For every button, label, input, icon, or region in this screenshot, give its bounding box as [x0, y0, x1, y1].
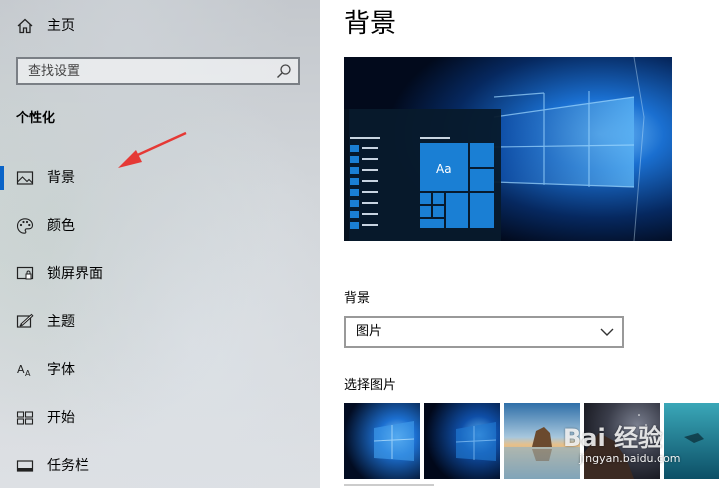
sidebar-item-label: 字体 — [47, 362, 75, 378]
tile-label: Aa — [436, 162, 452, 176]
page-title: 背景 — [344, 9, 397, 39]
picture-thumbnail-1[interactable] — [344, 403, 420, 479]
background-preview: Aa — [344, 57, 672, 241]
rock-night-sky-thumbnail — [584, 403, 660, 479]
sidebar-item-fonts[interactable]: A A 字体 — [0, 348, 320, 392]
font-icon: A A — [17, 363, 31, 378]
svg-text:A: A — [25, 369, 31, 378]
chevron-down-icon — [600, 328, 614, 336]
scroll-divider — [344, 484, 434, 486]
search-icon[interactable] — [276, 63, 292, 79]
windows-hero-dark-thumbnail — [424, 403, 500, 479]
home-label: 主页 — [47, 18, 75, 34]
search-input[interactable] — [18, 59, 278, 83]
picture-thumbnail-4[interactable] — [584, 403, 660, 479]
background-type-dropdown[interactable]: 图片 — [344, 316, 624, 348]
sidebar-item-themes[interactable]: 主题 — [0, 300, 320, 344]
sidebar-item-label: 背景 — [47, 170, 75, 186]
lock-screen-icon — [16, 266, 34, 280]
sidebar-item-label: 主题 — [47, 314, 75, 330]
sidebar-item-lock-screen[interactable]: 锁屏界面 — [0, 252, 320, 296]
settings-sidebar: 主页 个性化 背景 颜色 锁屏界面 — [0, 0, 320, 488]
section-title: 个性化 — [16, 111, 56, 126]
picture-icon — [16, 171, 34, 185]
start-icon — [16, 411, 34, 425]
picture-thumbnail-2[interactable] — [424, 403, 500, 479]
svg-text:A: A — [17, 363, 25, 376]
sidebar-item-label: 锁屏界面 — [47, 266, 103, 282]
theme-icon — [16, 313, 34, 328]
sidebar-item-label: 开始 — [47, 410, 75, 426]
settings-main: 背景 Aa 背景 图片 选择图片 Bai 经验 jingyan.baidu.co… — [320, 0, 719, 488]
sidebar-item-start[interactable]: 开始 — [0, 396, 320, 440]
underwater-thumbnail — [664, 403, 719, 479]
sidebar-item-color[interactable]: 颜色 — [0, 204, 320, 248]
taskbar-icon — [16, 460, 34, 472]
windows-hero-thumbnail — [344, 403, 420, 479]
picture-thumbnail-3[interactable] — [504, 403, 580, 479]
picture-thumbnail-5[interactable] — [664, 403, 719, 479]
sidebar-item-label: 任务栏 — [47, 458, 89, 474]
dropdown-value: 图片 — [356, 324, 383, 339]
home-icon — [17, 18, 33, 34]
choose-picture-label: 选择图片 — [344, 378, 397, 393]
beach-rock-thumbnail — [504, 403, 580, 479]
home-nav-item[interactable]: 主页 — [0, 8, 320, 44]
sidebar-item-label: 颜色 — [47, 218, 75, 234]
background-type-label: 背景 — [344, 291, 371, 306]
desktop-preview-image: Aa — [344, 57, 672, 241]
palette-icon — [16, 218, 34, 234]
sidebar-item-background[interactable]: 背景 — [0, 156, 320, 200]
search-box[interactable] — [16, 57, 300, 85]
sidebar-item-taskbar[interactable]: 任务栏 — [0, 444, 320, 488]
